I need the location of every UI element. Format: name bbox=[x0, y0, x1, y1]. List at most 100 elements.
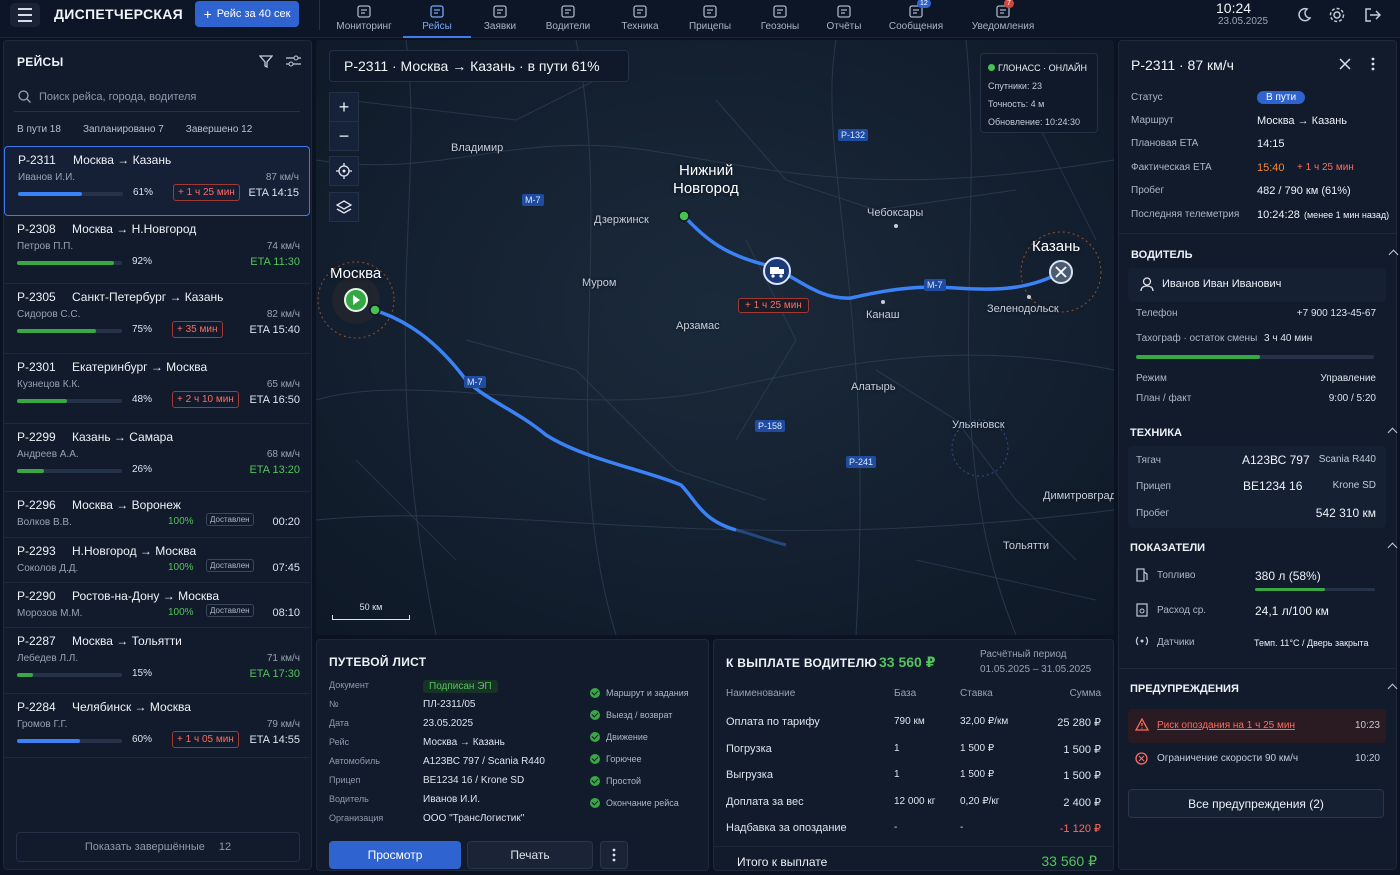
divider bbox=[319, 0, 320, 30]
payment-rate: - bbox=[960, 822, 964, 833]
map-city-label: Дзержинск bbox=[594, 214, 649, 226]
nav-label: Прицепы bbox=[688, 21, 732, 32]
check-circle-icon bbox=[590, 754, 600, 764]
warnings-section-header[interactable]: ПРЕДУПРЕЖДЕНИЯ bbox=[1130, 683, 1398, 695]
metrics-section-header[interactable]: ПОКАЗАТЕЛИ bbox=[1130, 542, 1398, 554]
planfact-value: 9:00 / 5:20 bbox=[1328, 393, 1376, 404]
layers-button[interactable] bbox=[329, 192, 359, 222]
map-scale: 50 км bbox=[332, 602, 410, 620]
gear-icon[interactable] bbox=[1328, 6, 1346, 24]
nav-trailers[interactable]: Прицепы bbox=[676, 0, 744, 32]
nav-trips[interactable]: Рейсы bbox=[403, 0, 471, 38]
warning-text: Ограничение скорости 90 км/ч bbox=[1157, 753, 1299, 764]
show-completed-button[interactable]: Показать завершённые 12 bbox=[16, 832, 300, 862]
truck-marker-icon[interactable] bbox=[763, 257, 791, 285]
more-button[interactable] bbox=[600, 841, 628, 869]
trip-time: 08:10 bbox=[272, 607, 300, 619]
metrics-card: Топливо 380 л (58%) Расход ср. 24,1 л/10… bbox=[1128, 560, 1386, 658]
truck-icon bbox=[631, 5, 649, 19]
waybill-value: Москва → Казань bbox=[423, 737, 505, 748]
trip-item[interactable]: Р-2305 Санкт-Петербург → Казань Сидоров С.… bbox=[4, 284, 310, 354]
map-city-major: Новгород bbox=[673, 180, 739, 197]
trip-item[interactable]: Р-2308 Москва → Н.Новгород Петров П.П. 74 к… bbox=[4, 216, 310, 284]
print-button[interactable]: Печать bbox=[467, 841, 593, 869]
view-button[interactable]: Просмотр bbox=[329, 841, 461, 869]
consumption-icon bbox=[1136, 603, 1148, 617]
nav-orders[interactable]: Заявки bbox=[466, 0, 534, 32]
more-vertical-icon[interactable] bbox=[1371, 57, 1375, 71]
trip-driver: Волков В.В. bbox=[17, 517, 72, 528]
trip-route: Челябинск → Москва bbox=[72, 700, 191, 714]
new-trip-button[interactable]: + Рейс за 40 сек bbox=[195, 1, 299, 27]
trip-item[interactable]: Р-2299 Казань → Самара Андреев А.А. 68 км/ч… bbox=[4, 424, 310, 492]
map-city-label: Чебоксары bbox=[867, 207, 924, 219]
trip-item[interactable]: Р-2287 Москва → Тольятти Лебедев Л.Л. 71 км… bbox=[4, 628, 310, 694]
trip-route: Казань → Самара bbox=[72, 430, 173, 444]
map-scale-label: 50 км bbox=[359, 602, 383, 612]
filter-icon[interactable] bbox=[259, 54, 273, 68]
sensors-label: Датчики bbox=[1157, 637, 1195, 648]
trips-title: РЕЙСЫ bbox=[17, 55, 64, 69]
nav-vehicles[interactable]: Техника bbox=[606, 0, 674, 32]
menu-icon[interactable] bbox=[10, 3, 40, 27]
divider bbox=[714, 846, 1113, 847]
glonass-status: ГЛОНАСС · ОНЛАЙН Спутники: 23 Точность: … bbox=[980, 53, 1098, 133]
trip-item[interactable]: Р-2311 Москва → Казань Иванов И.И. 87 км/ч 6… bbox=[4, 146, 310, 216]
vehicle-section-header[interactable]: ТЕХНИКА bbox=[1130, 427, 1398, 439]
zoom-out-button[interactable]: − bbox=[329, 121, 359, 151]
settings-sliders-icon[interactable] bbox=[286, 54, 301, 68]
layers-icon bbox=[336, 200, 352, 214]
glonass-updated: Обновление: 10:24:30 bbox=[988, 117, 1080, 127]
close-icon[interactable] bbox=[1339, 58, 1351, 70]
trip-eta: ETA 14:15 bbox=[248, 187, 299, 199]
nav-drivers[interactable]: Водители bbox=[534, 0, 602, 32]
logout-icon[interactable] bbox=[1364, 7, 1382, 23]
all-warnings-button[interactable]: Все предупреждения (2) bbox=[1128, 789, 1384, 818]
nav-messages[interactable]: 12 Сообщения bbox=[882, 0, 950, 32]
nav-geozones[interactable]: Геозоны bbox=[746, 0, 814, 32]
payment-sum: -1 120 ₽ bbox=[1059, 823, 1101, 835]
warning-item-speed[interactable]: Ограничение скорости 90 км/ч 10:20 bbox=[1128, 744, 1386, 774]
zoom-in-button[interactable]: + bbox=[329, 92, 359, 122]
payment-col-header: Ставка bbox=[960, 688, 993, 699]
nav-reports[interactable]: Отчёты bbox=[810, 0, 878, 32]
trip-speed: 71 км/ч bbox=[266, 653, 300, 664]
driver-section-header[interactable]: ВОДИТЕЛЬ bbox=[1131, 249, 1399, 261]
warning-item-delay[interactable]: Риск опоздания на 1 ч 25 мин 10:23 bbox=[1128, 709, 1386, 743]
payment-rate: 1 500 ₽ bbox=[960, 742, 995, 754]
details-title: Р-2311 · 87 км/ч bbox=[1131, 57, 1234, 73]
trip-search-input[interactable]: Поиск рейса, города, водителя bbox=[14, 82, 300, 112]
nav-notifications[interactable]: 7 Уведомления bbox=[969, 0, 1037, 32]
trip-speed: 79 км/ч bbox=[266, 719, 300, 730]
trip-speed: 68 км/ч bbox=[266, 449, 300, 460]
trailer-model: Krone SD bbox=[1332, 480, 1376, 491]
locate-button[interactable] bbox=[329, 156, 359, 186]
driver-card[interactable]: Иванов Иван Иванович bbox=[1128, 268, 1386, 302]
trip-percent: 100% bbox=[168, 607, 194, 618]
nav-label: Техника bbox=[621, 21, 659, 32]
tab-planned[interactable]: Запланировано 7 bbox=[83, 124, 164, 135]
map-view[interactable]: Москва Нижний Новгород Казань Владимир Дзержи… bbox=[316, 40, 1114, 635]
start-marker-icon[interactable] bbox=[344, 288, 368, 312]
trip-item[interactable]: Р-2293 Н.Новгород → Москва Соколов Д.Д. 100… bbox=[4, 538, 310, 583]
map-city-label: Зеленодольск bbox=[987, 303, 1059, 315]
waybill-check-item: Маршрут и задания bbox=[590, 688, 689, 698]
moon-icon[interactable] bbox=[1296, 7, 1312, 23]
payment-amount: 33 560 ₽ bbox=[879, 654, 936, 670]
road-shield: Р-132 bbox=[838, 129, 869, 141]
trip-id: Р-2311 bbox=[18, 153, 56, 167]
trip-item[interactable]: Р-2301 Екатеринбург → Москва Кузнецов К.К.… bbox=[4, 354, 310, 424]
waybill-row: Организация ООО "ТрансЛогистик" bbox=[329, 813, 524, 824]
plan-eta-value: 14:15 bbox=[1257, 138, 1285, 150]
trip-item[interactable]: Р-2296 Москва → Воронеж Волков В.В. 100% Дос… bbox=[4, 492, 310, 538]
trip-item[interactable]: Р-2284 Челябинск → Москва Громов Г.Г. 79 км… bbox=[4, 694, 310, 758]
nav-label: Водители bbox=[545, 21, 591, 32]
phone-value[interactable]: +7 900 123-45-67 bbox=[1297, 308, 1376, 319]
tab-in-transit[interactable]: В пути 18 bbox=[17, 124, 61, 135]
finish-marker-icon[interactable] bbox=[1049, 260, 1073, 284]
trip-item[interactable]: Р-2290 Ростов-на-Дону → Москва Морозов М.М… bbox=[4, 583, 310, 628]
nav-monitoring[interactable]: Мониторинг bbox=[330, 0, 398, 32]
trip-route: Москва → Н.Новгород bbox=[72, 222, 197, 236]
odometer-label: Пробег bbox=[1136, 508, 1170, 519]
tab-completed[interactable]: Завершено 12 bbox=[186, 124, 253, 135]
